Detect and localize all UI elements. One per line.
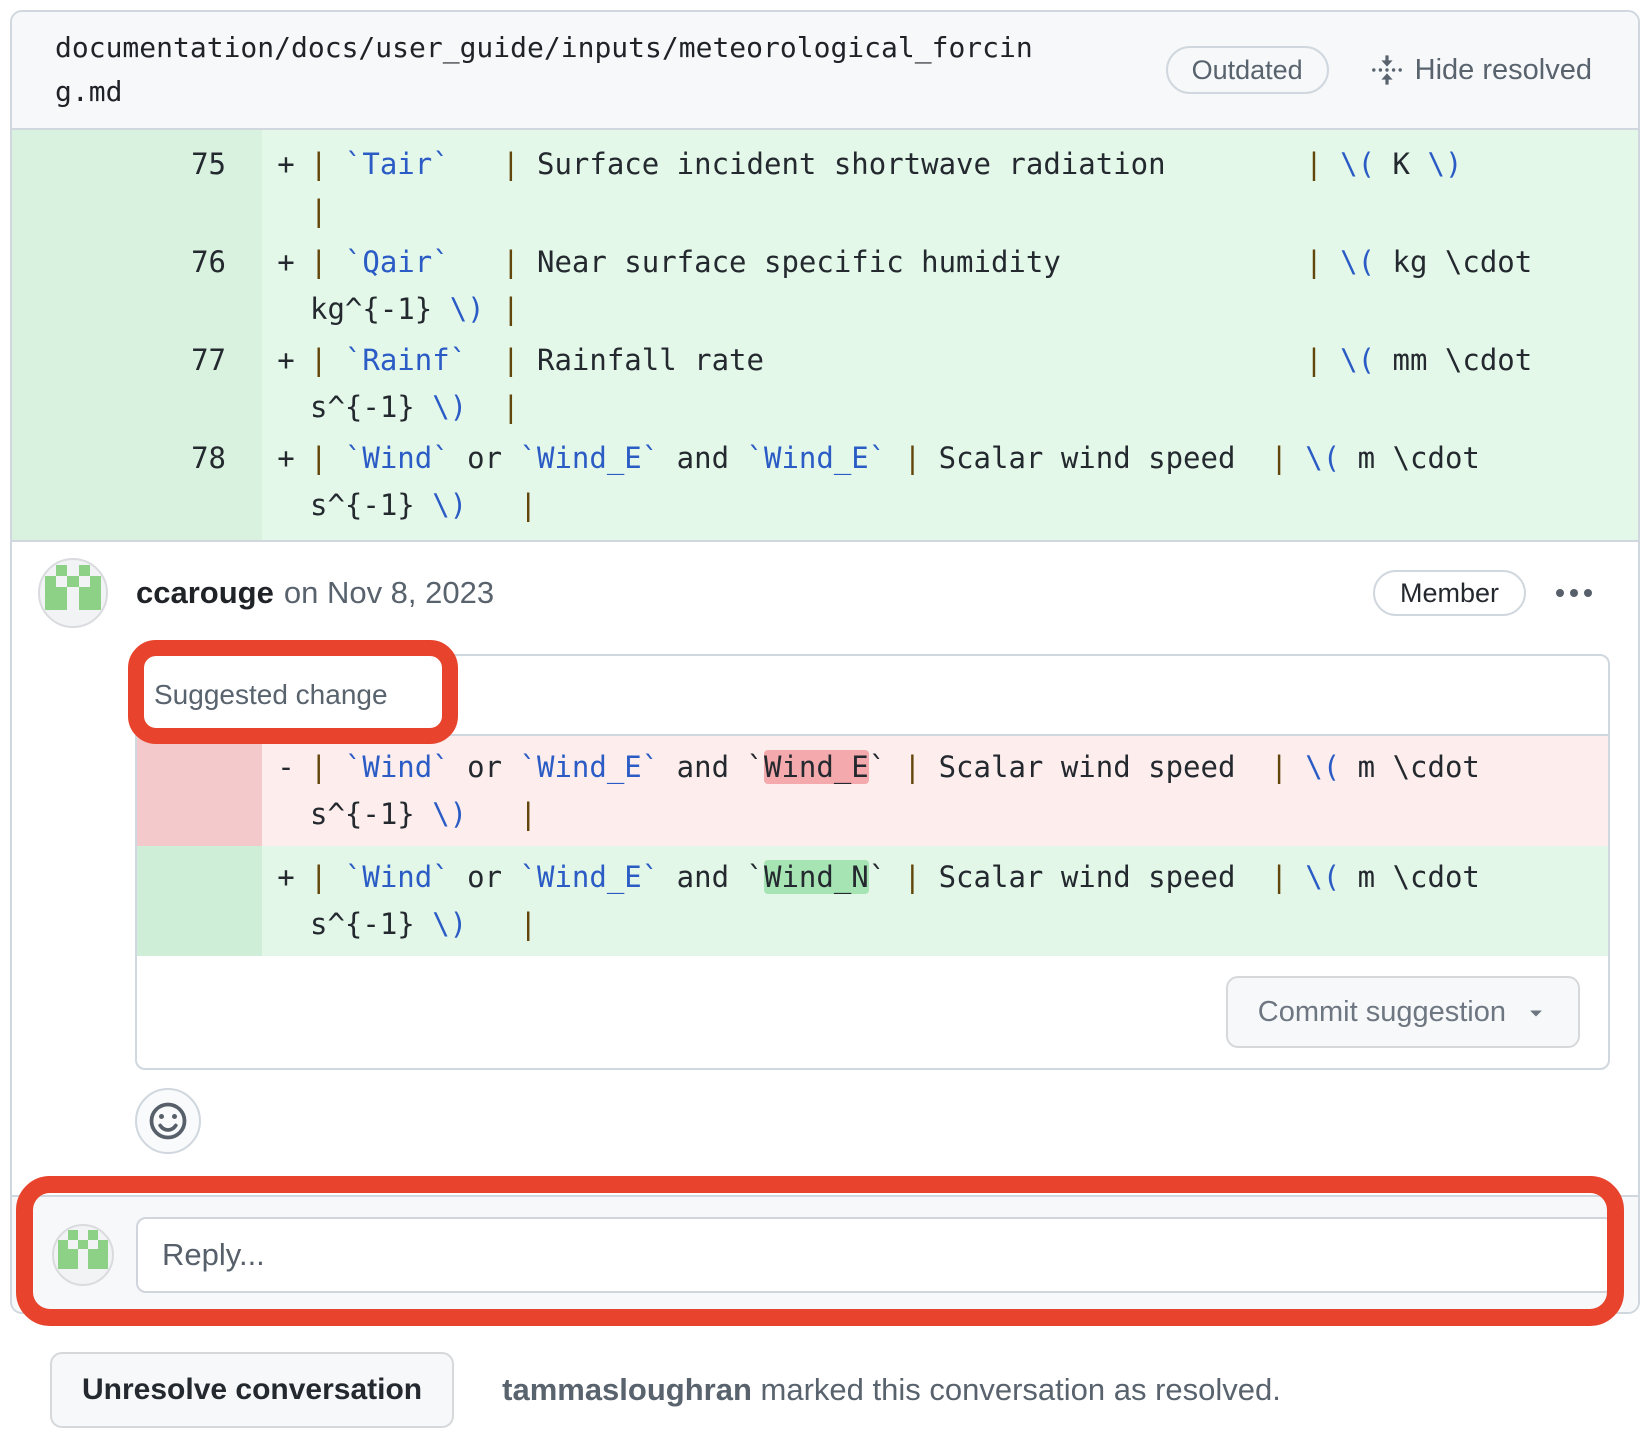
suggestion-header: Suggested change bbox=[137, 656, 1608, 736]
comment-header: ccarouge on Nov 8, 2023 Member bbox=[12, 542, 1638, 626]
resolution-text: tammasloughran marked this conversation … bbox=[502, 1372, 1281, 1408]
code-row: kg^{-1} \) | bbox=[310, 286, 1638, 333]
line-number: 78 bbox=[12, 435, 262, 529]
fold-icon bbox=[1371, 54, 1403, 86]
code-row: s^{-1} \) | bbox=[310, 482, 1638, 529]
code-row: | `Tair` | Surface incident shortwave ra… bbox=[310, 141, 1638, 188]
diff-line: 75+| `Tair` | Surface incident shortwave… bbox=[12, 139, 1638, 237]
identicon bbox=[45, 565, 102, 622]
kebab-menu-icon[interactable] bbox=[1556, 589, 1592, 597]
code-row: | `Wind` or `Wind_E` and `Wind_N` | Scal… bbox=[310, 854, 1608, 901]
line-number: 77 bbox=[12, 337, 262, 431]
hide-resolved-button[interactable]: Hide resolved bbox=[1371, 54, 1592, 87]
diff-line: 76+| `Qair` | Near surface specific humi… bbox=[12, 237, 1638, 335]
diff-block: 75+| `Tair` | Surface incident shortwave… bbox=[12, 130, 1638, 542]
identicon bbox=[58, 1230, 108, 1280]
comment-author[interactable]: ccarouge bbox=[136, 575, 274, 611]
suggestion-gutter bbox=[137, 736, 262, 846]
avatar[interactable] bbox=[38, 558, 108, 628]
code-row: | `Rainf` | Rainfall rate | \( mm \cdot bbox=[310, 337, 1638, 384]
diff-line-content: | `Wind` or `Wind_E` and `Wind_E` | Scal… bbox=[310, 435, 1638, 529]
diff-marker: + bbox=[262, 337, 310, 431]
avatar bbox=[52, 1224, 114, 1286]
unresolve-conversation-button[interactable]: Unresolve conversation bbox=[50, 1352, 454, 1428]
reaction-row bbox=[135, 1088, 1638, 1154]
diff-marker: + bbox=[262, 846, 310, 956]
code-row: | `Wind` or `Wind_E` and `Wind_E` | Scal… bbox=[310, 744, 1608, 791]
code-row: s^{-1} \) | bbox=[310, 791, 1608, 838]
diff-line: 78+| `Wind` or `Wind_E` and `Wind_E` | S… bbox=[12, 433, 1638, 531]
suggestion-box: Suggested change -| `Wind` or `Wind_E` a… bbox=[135, 654, 1610, 1070]
outdated-badge: Outdated bbox=[1166, 46, 1329, 94]
line-number: 75 bbox=[12, 141, 262, 235]
resolution-row: Unresolve conversation tammasloughran ma… bbox=[50, 1352, 1281, 1428]
commit-suggestion-label: Commit suggestion bbox=[1258, 996, 1506, 1029]
diff-marker: + bbox=[262, 141, 310, 235]
file-path: documentation/docs/user_guide/inputs/met… bbox=[55, 26, 1057, 114]
review-thread-card: documentation/docs/user_guide/inputs/met… bbox=[10, 10, 1640, 1314]
code-row: | bbox=[310, 188, 1638, 235]
diff-line: 77+| `Rainf` | Rainfall rate | \( mm \cd… bbox=[12, 335, 1638, 433]
diff-line-content: | `Wind` or `Wind_E` and `Wind_E` | Scal… bbox=[310, 736, 1608, 846]
code-row: | `Wind` or `Wind_E` and `Wind_E` | Scal… bbox=[310, 435, 1638, 482]
comment-section: ccarouge on Nov 8, 2023 Member Suggested… bbox=[12, 542, 1638, 1154]
smiley-icon bbox=[148, 1101, 188, 1141]
line-number: 76 bbox=[12, 239, 262, 333]
reply-input[interactable] bbox=[136, 1217, 1614, 1293]
suggestion-gutter bbox=[137, 846, 262, 956]
diff-line-content: | `Wind` or `Wind_E` and `Wind_N` | Scal… bbox=[310, 846, 1608, 956]
commit-suggestion-button[interactable]: Commit suggestion bbox=[1226, 976, 1580, 1048]
add-reaction-button[interactable] bbox=[135, 1088, 201, 1154]
resolution-message: marked this conversation as resolved. bbox=[752, 1372, 1281, 1407]
suggestion-added-line: +| `Wind` or `Wind_E` and `Wind_N` | Sca… bbox=[137, 846, 1608, 956]
suggestion-footer: Commit suggestion bbox=[137, 956, 1608, 1068]
code-row: s^{-1} \) | bbox=[310, 384, 1638, 431]
resolution-actor: tammasloughran bbox=[502, 1372, 752, 1407]
member-badge: Member bbox=[1373, 570, 1526, 616]
diff-marker: + bbox=[262, 435, 310, 529]
code-row: | `Qair` | Near surface specific humidit… bbox=[310, 239, 1638, 286]
diff-line-content: | `Qair` | Near surface specific humidit… bbox=[310, 239, 1638, 333]
diff-marker: + bbox=[262, 239, 310, 333]
file-header: documentation/docs/user_guide/inputs/met… bbox=[12, 12, 1638, 130]
diff-marker: - bbox=[262, 736, 310, 846]
suggestion-deleted-line: -| `Wind` or `Wind_E` and `Wind_E` | Sca… bbox=[137, 736, 1608, 846]
comment-date: on Nov 8, 2023 bbox=[284, 575, 494, 611]
code-row: s^{-1} \) | bbox=[310, 901, 1608, 948]
diff-line-content: | `Tair` | Surface incident shortwave ra… bbox=[310, 141, 1638, 235]
hide-resolved-label: Hide resolved bbox=[1415, 54, 1592, 87]
reply-bar bbox=[12, 1195, 1638, 1312]
file-header-controls: Outdated Hide resolved bbox=[1166, 46, 1592, 94]
diff-line-content: | `Rainf` | Rainfall rate | \( mm \cdots… bbox=[310, 337, 1638, 431]
chevron-down-icon bbox=[1524, 1000, 1548, 1024]
